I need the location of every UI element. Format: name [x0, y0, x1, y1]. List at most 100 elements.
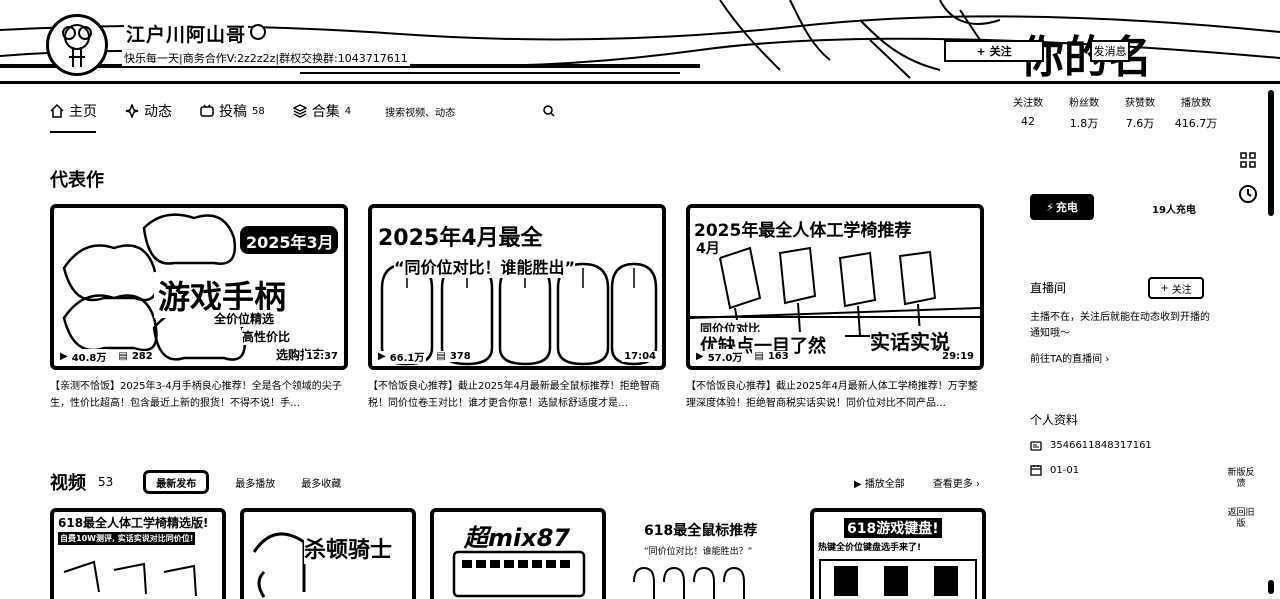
charge-button[interactable]: ⚡ 充电	[1030, 194, 1094, 220]
thumb-title: 2025年4月最全	[378, 220, 543, 252]
profile-stats: 关注数 42 粉丝数 1.8万 获赞数 7.6万 播放数 416.7万	[1000, 94, 1224, 131]
plus-icon: +	[976, 44, 986, 58]
video-thumbnail[interactable]: 2025年最全人体工学椅推荐 4月 同价位对比 优缺点一目了然 实话实说 ▶ 57…	[686, 204, 984, 370]
old-version-button[interactable]: 返回旧版	[1226, 508, 1256, 530]
charge-label: 充电	[1055, 201, 1078, 214]
stat-value: 416.7万	[1174, 117, 1218, 130]
video-card[interactable]: 杀顿骑士	[240, 508, 416, 599]
message-button[interactable]: 发消息	[1090, 40, 1130, 62]
stat-following[interactable]: 关注数 42	[1000, 94, 1056, 131]
tab-uploads-label: 投稿	[219, 104, 247, 120]
video-title[interactable]: 【不恰饭良心推荐】截止2025年4月最新人体工学椅推荐！万字整理深度体验！拒绝智…	[686, 378, 984, 412]
birthday-value: 01-01	[1050, 464, 1080, 476]
tab-collections-count: 4	[344, 105, 352, 117]
tab-uploads-count: 58	[252, 105, 265, 117]
id-card-icon	[1030, 440, 1042, 451]
home-icon	[50, 104, 64, 118]
sort-most-played-tab[interactable]: 最多播放	[235, 475, 275, 490]
stat-label: 播放数	[1181, 98, 1211, 109]
thumb-sub: “同价位对比！谁能胜出”	[394, 254, 576, 278]
thumb-title: 618游戏键盘!	[844, 518, 942, 538]
birthday-row: 01-01	[1030, 464, 1079, 476]
comment-count: 378	[447, 351, 473, 362]
video-duration: 17:04	[622, 351, 658, 362]
thumb-stats: ▶ 40.8万 ▤ 282 12:37	[58, 349, 340, 364]
videos-count: 53	[98, 475, 114, 489]
plus-icon: +	[1160, 282, 1169, 294]
profile-search[interactable]: 搜索视频、动态	[385, 104, 555, 119]
live-room-title: 直播间	[1030, 281, 1067, 295]
featured-title: 代表作	[50, 170, 104, 191]
level-badge-icon	[250, 24, 266, 40]
search-icon[interactable]	[543, 105, 555, 117]
comment-icon: ▤	[434, 351, 448, 362]
thumb-sub: 自费10W测评, 实话实说对比同价位!	[58, 532, 196, 545]
tab-home[interactable]: 主页	[50, 101, 97, 133]
thumb-tag: 4月	[696, 238, 720, 258]
featured-card[interactable]: 2025年3月 游戏手柄 全价位精选 高性价比 选购指南 ▶ 40.8万 ▤ 282…	[50, 204, 348, 412]
thumb-sub: “同价位对比！谁能胜出？”	[644, 547, 753, 557]
stat-likes: 获赞数 7.6万	[1112, 94, 1168, 131]
tab-uploads[interactable]: 投稿 58	[200, 101, 265, 121]
play-icon: ▶	[694, 351, 706, 362]
video-duration: 12:37	[304, 351, 340, 362]
see-more-label: 查看更多	[932, 478, 973, 490]
clock-icon[interactable]	[1238, 184, 1258, 204]
video-title[interactable]: 【亲测不恰饭】2025年3-4月手柄良心推荐！全是各个领域的尖子生，性价比超高！…	[50, 378, 348, 412]
featured-card[interactable]: 2025年4月最全 “同价位对比！谁能胜出” ▶ 66.1万 ▤ 378 17:04…	[368, 204, 666, 412]
user-signature: 快乐每一天|商务合作V:2z2z2z|群权交换群:1043717611	[122, 50, 410, 66]
play-icon: ▶	[58, 351, 70, 362]
feedback-button[interactable]: 新版反馈	[1226, 468, 1256, 490]
play-all-label: 播放全部	[864, 478, 905, 490]
user-avatar[interactable]	[46, 14, 108, 76]
play-icon: ▶	[853, 478, 865, 490]
tab-dynamic-label: 动态	[144, 104, 172, 120]
page-scrollbar-end	[1268, 580, 1274, 594]
search-input[interactable]: 搜索视频、动态	[385, 104, 455, 119]
video-card[interactable]: 618最全人体工学椅精选版! 自费10W测评, 实话实说对比同价位!	[50, 508, 226, 599]
tab-collections-label: 合集	[311, 104, 340, 120]
thumb-title: 618最全人体工学椅精选版!	[58, 514, 209, 531]
comment-count: 282	[129, 351, 155, 362]
thumb-title: 2025年最全人体工学椅推荐	[694, 216, 912, 241]
page-scrollbar[interactable]	[1268, 90, 1274, 216]
thumb-stats: ▶ 66.1万 ▤ 378 17:04	[376, 349, 658, 364]
stat-label: 粉丝数	[1069, 98, 1099, 109]
comment-count: 163	[765, 351, 791, 362]
comment-icon: ▤	[752, 351, 766, 362]
profile-banner: 你的名 江户川阿山哥 快乐每一天|商务合作V:2z2z2z|群权交换群:1043…	[0, 0, 1280, 84]
video-thumbnail[interactable]: 2025年4月最全 “同价位对比！谁能胜出” ▶ 66.1万 ▤ 378 17:04	[368, 204, 666, 370]
video-card[interactable]: 618最全鼠标推荐 “同价位对比！谁能胜出？”	[620, 508, 796, 599]
see-more-button[interactable]: 查看更多 ›	[933, 475, 980, 490]
video-title[interactable]: 【不恰饭良心推荐】截止2025年4月最新最全鼠标推荐！拒绝智商税！同价位卷王对比…	[368, 378, 666, 412]
sort-latest-tab[interactable]: 最新发布	[143, 470, 210, 494]
uid-value: 3546611848317161	[1050, 440, 1152, 451]
sort-most-favorited-tab[interactable]: 最多收藏	[301, 475, 341, 490]
grid-icon[interactable]	[1238, 150, 1258, 170]
stat-value: 1.8万	[1069, 117, 1099, 130]
stat-value: 42	[1021, 115, 1035, 128]
comment-icon: ▤	[116, 351, 130, 362]
uid-row: 3546611848317161	[1030, 440, 1152, 451]
thumb-tag: 2025年3月	[246, 233, 334, 252]
stat-followers[interactable]: 粉丝数 1.8万	[1056, 94, 1112, 131]
tab-dynamic[interactable]: 动态	[125, 101, 172, 121]
username: 江户川阿山哥	[124, 20, 249, 47]
tab-home-label: 主页	[69, 104, 97, 120]
video-duration: 29:19	[940, 351, 976, 362]
thumb-title: 杀顿骑士	[304, 532, 393, 564]
video-card[interactable]: 超mix87	[430, 508, 606, 599]
featured-card[interactable]: 2025年最全人体工学椅推荐 4月 同价位对比 优缺点一目了然 实话实说 ▶ 57…	[686, 204, 984, 412]
live-room-link-label: 前往TA的直播间	[1030, 354, 1103, 365]
view-count: 57.0万	[705, 349, 745, 364]
videos-header: 视频 53 最新发布 最多播放 最多收藏 ▶ 播放全部 查看更多 ›	[50, 468, 980, 496]
video-thumbnail[interactable]: 2025年3月 游戏手柄 全价位精选 高性价比 选购指南 ▶ 40.8万 ▤ 282…	[50, 204, 348, 370]
video-card[interactable]: 618游戏键盘! 热键全价位键盘选手来了!	[810, 508, 986, 599]
follow-button[interactable]: + 关注	[944, 40, 1044, 62]
live-room-link[interactable]: 前往TA的直播间 ›	[1030, 350, 1109, 365]
live-follow-button[interactable]: + 关注	[1148, 277, 1204, 299]
tab-collections[interactable]: 合集 4	[292, 101, 352, 121]
chevron-right-icon: ›	[1105, 354, 1110, 365]
play-all-button[interactable]: ▶ 播放全部	[854, 475, 905, 490]
stat-label: 获赞数	[1125, 98, 1155, 109]
